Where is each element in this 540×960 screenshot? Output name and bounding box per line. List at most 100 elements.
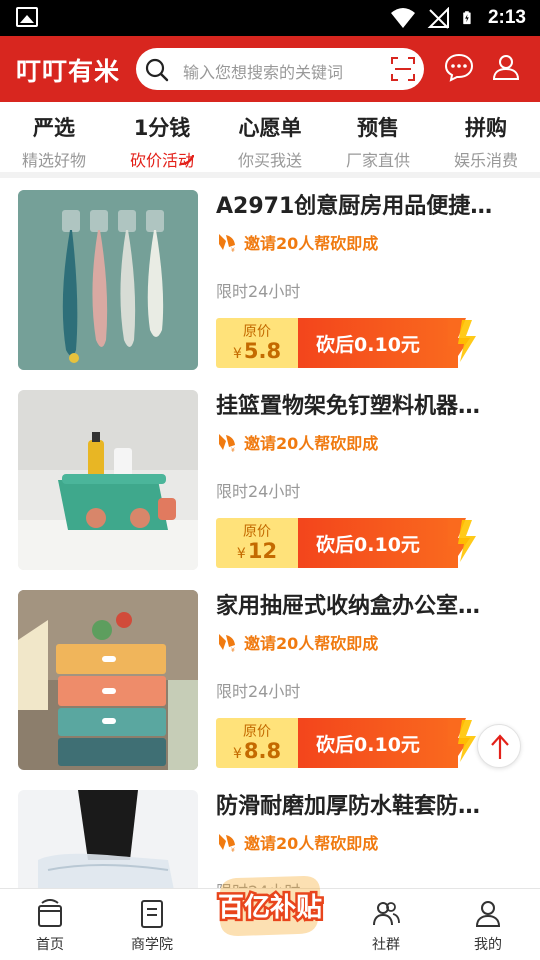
product-title[interactable]: 挂篮置物架免钉塑料机器… [216, 388, 516, 420]
svg-text:¥: ¥ [231, 447, 235, 453]
tab-wishlist[interactable]: 心愿单 你买我送 [216, 102, 324, 172]
original-price-box: 原价 ¥5.8 [216, 318, 298, 368]
invite-text: 邀请20人帮砍即成 [244, 434, 379, 453]
time-limit: 限时24小时 [216, 482, 301, 501]
bargain-icon: ¥ [219, 834, 235, 853]
original-price-value: 5.8 [243, 339, 282, 363]
message-icon[interactable] [444, 52, 474, 82]
original-price: ¥5.8 [216, 339, 298, 363]
tab-subtitle: 砍价活动 [129, 151, 194, 170]
invite-text: 邀请20人帮砍即成 [244, 834, 379, 853]
svg-text:¥: ¥ [231, 247, 235, 253]
tab-title: 拼购 [465, 116, 507, 140]
profile-icon [475, 901, 501, 927]
nav-label: 首页 [36, 937, 64, 953]
list-item[interactable]: 家用抽屉式收纳盒办公室… ¥ 邀请20人帮砍即成 限时24小时 原价 ¥8.8 … [0, 578, 540, 778]
product-title[interactable]: 防滑耐磨加厚防水鞋套防… [216, 788, 516, 820]
status-icons: 2:13 [390, 0, 526, 36]
clock: 2:13 [487, 7, 526, 28]
search-icon[interactable] [144, 57, 170, 83]
tab-title: 1分钱 [133, 116, 191, 140]
cut-price-box: 砍后0.10元 [298, 518, 458, 568]
currency-symbol: ¥ [236, 546, 246, 562]
user-icon[interactable] [491, 52, 521, 82]
currency-symbol: ¥ [232, 746, 242, 762]
original-price: ¥8.8 [216, 739, 298, 763]
active-indicator-icon [180, 155, 194, 165]
product-title[interactable]: A2971创意厨房用品便捷… [216, 188, 516, 220]
cut-price-box: 砍后0.10元 [298, 718, 458, 768]
tab-group-buy[interactable]: 拼购 娱乐消费 [432, 102, 540, 172]
search-bar[interactable]: 输入您想搜索的关键词 [136, 48, 424, 90]
invite-badge: ¥ 邀请20人帮砍即成 [216, 830, 378, 854]
status-bar: 2:13 [0, 0, 540, 36]
bargain-icon: ¥ [219, 234, 235, 253]
tab-one-cent[interactable]: 1分钱 砍价活动 [108, 102, 216, 172]
tab-title: 预售 [357, 116, 399, 140]
lightning-icon [448, 718, 476, 768]
no-signal-icon [427, 7, 449, 29]
app-header: 叮叮有米 输入您想搜索的关键词 [0, 36, 540, 102]
subsidy-logo-text: 百亿补贴 [218, 893, 322, 923]
bargain-button[interactable]: 原价 ¥12 砍后0.10元 [216, 518, 476, 568]
original-price-label: 原价 [243, 324, 271, 340]
invite-badge: ¥ 邀请20人帮砍即成 [216, 430, 378, 454]
cut-price-label: 砍后0.10元 [316, 734, 420, 756]
tab-yanxuan[interactable]: 严选 精选好物 [0, 102, 108, 172]
home-icon [38, 899, 62, 927]
product-list[interactable]: A2971创意厨房用品便捷… ¥ 邀请20人帮砍即成 限时24小时 原价 ¥5.… [0, 178, 540, 888]
invite-badge: ¥ 邀请20人帮砍即成 [216, 630, 378, 654]
community-icon [373, 902, 400, 926]
back-to-top-button[interactable] [477, 724, 521, 768]
tab-subtitle: 娱乐消费 [453, 151, 518, 170]
time-limit: 限时24小时 [216, 682, 301, 701]
svg-text:¥: ¥ [231, 647, 235, 653]
original-price-value: 8.8 [243, 739, 282, 763]
invite-text: 邀请20人帮砍即成 [244, 234, 379, 253]
bargain-button[interactable]: 原价 ¥8.8 砍后0.10元 [216, 718, 476, 768]
original-price-box: 原价 ¥8.8 [216, 718, 298, 768]
product-image[interactable] [18, 790, 198, 888]
nav-label: 商学院 [131, 937, 173, 953]
original-price: ¥12 [216, 539, 298, 563]
bargain-button[interactable]: 原价 ¥5.8 砍后0.10元 [216, 318, 476, 368]
nav-mine[interactable]: 我的 [438, 889, 538, 960]
nav-community[interactable]: 社群 [336, 889, 436, 960]
bargain-icon: ¥ [219, 634, 235, 653]
scan-icon[interactable] [390, 56, 416, 82]
tab-title: 严选 [33, 116, 75, 140]
nav-academy[interactable]: 商学院 [102, 889, 202, 960]
original-price-label: 原价 [243, 724, 271, 740]
cut-price-label: 砍后0.10元 [316, 534, 420, 556]
arrow-up-icon [491, 734, 509, 759]
image-icon [16, 7, 38, 27]
wifi-icon [390, 8, 415, 28]
nav-home[interactable]: 首页 [0, 889, 100, 960]
original-price-value: 12 [247, 539, 278, 563]
cut-price-box: 砍后0.10元 [298, 318, 458, 368]
subsidy-logo[interactable]: 百亿补贴 [212, 868, 328, 944]
invite-text: 邀请20人帮砍即成 [244, 634, 379, 653]
svg-text:¥: ¥ [231, 847, 235, 853]
app-logo: 叮叮有米 [16, 57, 121, 86]
list-item[interactable]: 挂篮置物架免钉塑料机器… ¥ 邀请20人帮砍即成 限时24小时 原价 ¥12 砍… [0, 378, 540, 578]
product-image[interactable] [18, 390, 198, 570]
lightning-icon [448, 318, 476, 368]
tab-presale[interactable]: 预售 厂家直供 [324, 102, 432, 172]
tab-title: 心愿单 [238, 116, 302, 140]
tab-subtitle: 你买我送 [237, 151, 302, 170]
search-input[interactable]: 输入您想搜索的关键词 [183, 59, 363, 83]
lightning-icon [448, 518, 476, 568]
book-icon [141, 900, 163, 928]
original-price-box: 原价 ¥12 [216, 518, 298, 568]
list-item[interactable]: A2971创意厨房用品便捷… ¥ 邀请20人帮砍即成 限时24小时 原价 ¥5.… [0, 178, 540, 378]
currency-symbol: ¥ [232, 346, 242, 362]
product-image[interactable] [18, 190, 198, 370]
invite-badge: ¥ 邀请20人帮砍即成 [216, 230, 378, 254]
original-price-label: 原价 [243, 524, 271, 540]
nav-label: 社群 [372, 937, 400, 953]
product-title[interactable]: 家用抽屉式收纳盒办公室… [216, 588, 516, 620]
product-image[interactable] [18, 590, 198, 770]
bargain-icon: ¥ [219, 434, 235, 453]
nav-label: 我的 [474, 937, 502, 953]
